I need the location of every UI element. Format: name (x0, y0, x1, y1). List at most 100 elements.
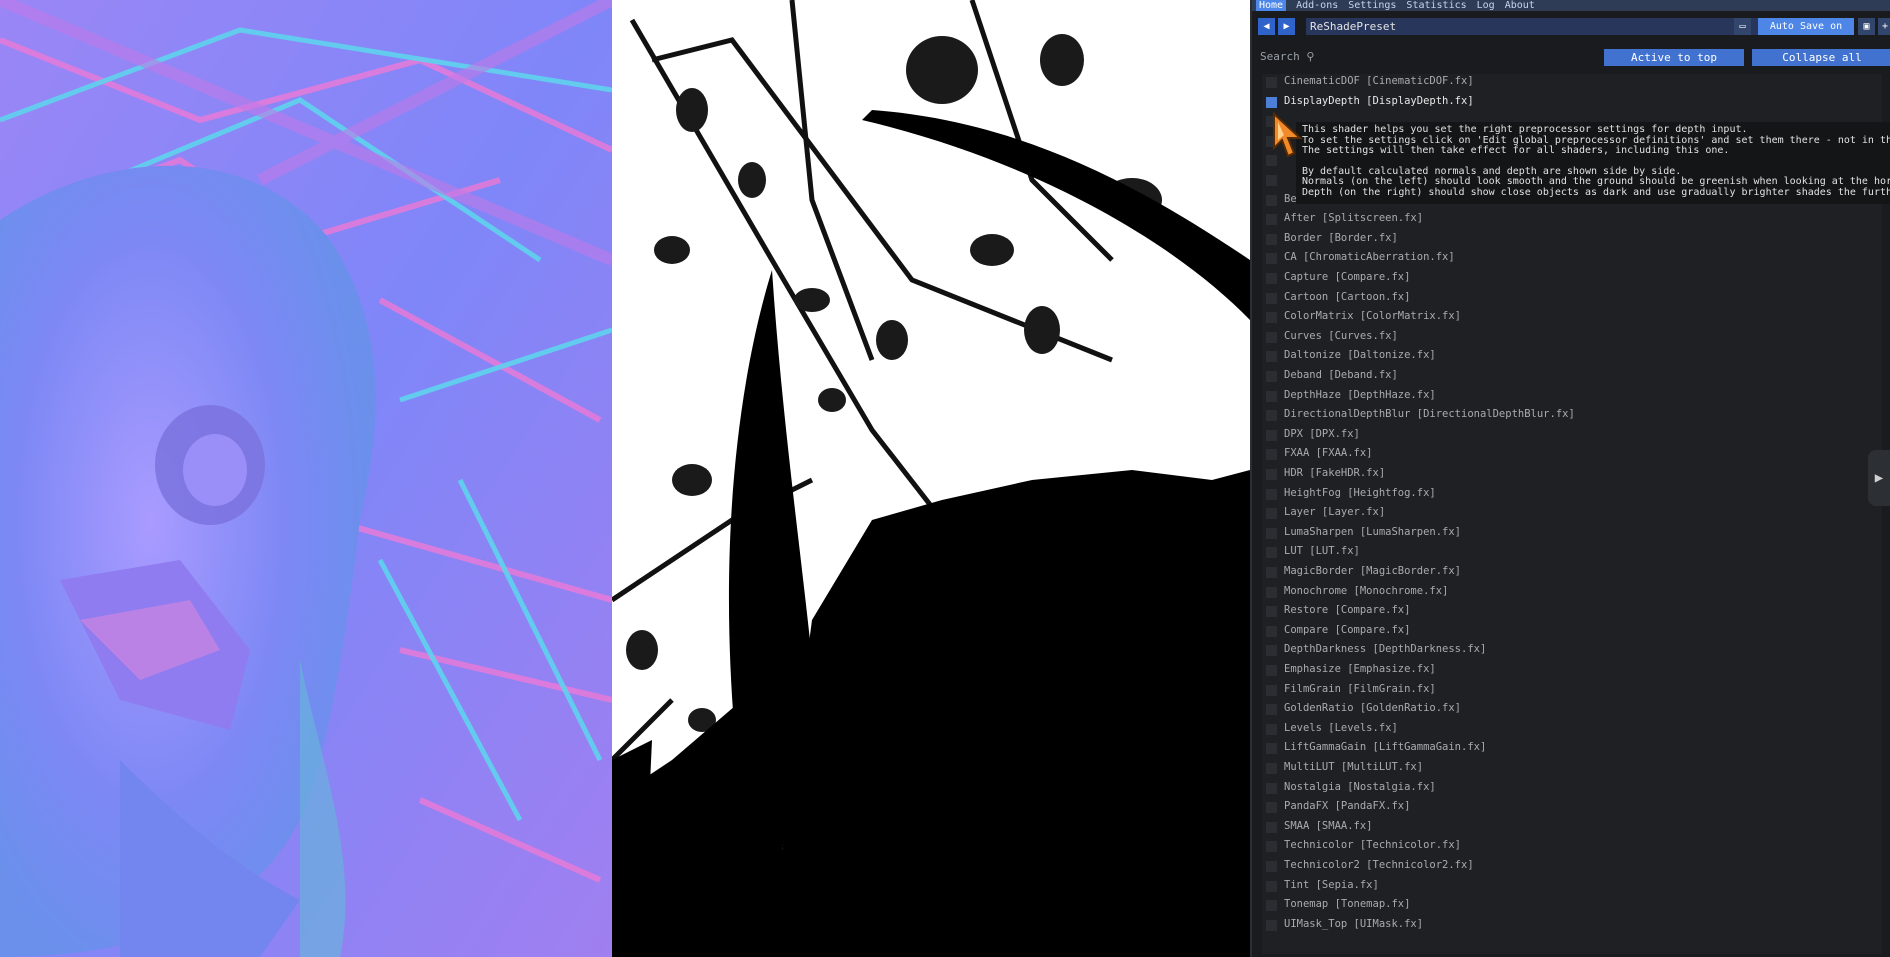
effect-checkbox[interactable] (1266, 586, 1277, 598)
effect-checkbox[interactable] (1266, 665, 1277, 676)
effect-checkbox[interactable] (1266, 782, 1277, 794)
effect-row[interactable]: SMAA [SMAA.fx] (1262, 819, 1882, 836)
effect-row[interactable]: After [Splitscreen.fx] (1262, 211, 1882, 228)
effect-row[interactable]: Technicolor [Technicolor.fx] (1262, 838, 1882, 855)
preset-name-field[interactable]: ReShadePreset (1306, 18, 1778, 35)
effect-row[interactable]: Technicolor2 [Technicolor2.fx] (1262, 858, 1882, 875)
effect-row[interactable]: DPX [DPX.fx] (1262, 427, 1882, 444)
effect-row[interactable]: Deband [Deband.fx] (1262, 368, 1882, 385)
effect-label: Curves [Curves.fx] (1284, 329, 1398, 342)
effect-checkbox[interactable] (1266, 527, 1277, 539)
menu-addons[interactable]: Add-ons (1296, 0, 1338, 11)
effect-checkbox[interactable] (1266, 253, 1277, 265)
effect-row[interactable]: HDR [FakeHDR.fx] (1262, 466, 1882, 483)
effect-row[interactable]: LUT [LUT.fx] (1262, 544, 1882, 561)
effect-row[interactable]: CA [ChromaticAberration.fx] (1262, 250, 1882, 267)
effect-checkbox[interactable] (1266, 312, 1277, 324)
effect-row[interactable]: Capture [Compare.fx] (1262, 270, 1882, 287)
effect-row[interactable]: DisplayDepth [DisplayDepth.fx] (1262, 94, 1882, 111)
effect-checkbox[interactable] (1266, 410, 1277, 422)
effect-row[interactable]: FilmGrain [FilmGrain.fx] (1262, 682, 1882, 699)
effect-checkbox[interactable] (1266, 77, 1277, 88)
effect-row[interactable]: Curves [Curves.fx] (1262, 329, 1882, 346)
effect-checkbox[interactable] (1266, 292, 1277, 304)
effect-row[interactable]: MultiLUT [MultiLUT.fx] (1262, 760, 1882, 777)
effect-checkbox[interactable] (1266, 841, 1277, 853)
effect-checkbox[interactable] (1266, 704, 1277, 716)
effect-checkbox[interactable] (1266, 390, 1277, 402)
effect-checkbox[interactable] (1266, 821, 1277, 833)
menu-statistics[interactable]: Statistics (1406, 0, 1466, 11)
effect-row[interactable]: DepthDarkness [DepthDarkness.fx] (1262, 642, 1882, 659)
effect-row[interactable]: CinematicDOF [CinematicDOF.fx] (1262, 74, 1882, 91)
effect-checkbox[interactable] (1266, 567, 1277, 578)
effect-checkbox[interactable] (1266, 273, 1277, 284)
effect-checkbox[interactable] (1266, 743, 1277, 755)
add-preset-button[interactable]: + (1878, 18, 1890, 35)
effect-row[interactable]: Monochrome [Monochrome.fx] (1262, 584, 1882, 601)
search-label[interactable]: Search ⚲ (1260, 50, 1314, 63)
effect-checkbox[interactable] (1266, 508, 1277, 520)
effect-checkbox[interactable] (1266, 547, 1277, 559)
effect-checkbox[interactable] (1266, 919, 1277, 931)
effect-row[interactable]: DirectionalDepthBlur [DirectionalDepthBl… (1262, 407, 1882, 424)
effect-row[interactable]: Emphasize [Emphasize.fx] (1262, 662, 1882, 679)
effect-row[interactable]: HeightFog [Heightfog.fx] (1262, 486, 1882, 503)
effect-row[interactable]: Cartoon [Cartoon.fx] (1262, 290, 1882, 307)
effect-row[interactable]: UIMask_Top [UIMask.fx] (1262, 917, 1882, 934)
save-button[interactable]: ▣ (1858, 18, 1875, 35)
menu-log[interactable]: Log (1477, 0, 1495, 11)
active-to-top-button[interactable]: Active to top (1604, 49, 1744, 66)
effect-checkbox[interactable] (1266, 214, 1277, 226)
effect-row[interactable]: MagicBorder [MagicBorder.fx] (1262, 564, 1882, 581)
menu-about[interactable]: About (1505, 0, 1535, 11)
effect-checkbox[interactable] (1266, 861, 1277, 872)
effect-checkbox[interactable] (1266, 429, 1277, 441)
normal-map-render (0, 0, 612, 957)
effect-checkbox[interactable] (1266, 96, 1277, 108)
previous-preset-button[interactable]: ◀ (1258, 18, 1275, 35)
effect-row[interactable]: Restore [Compare.fx] (1262, 603, 1882, 620)
effect-row[interactable]: Compare [Compare.fx] (1262, 623, 1882, 640)
effect-checkbox[interactable] (1266, 606, 1277, 618)
effect-row[interactable]: Daltonize [Daltonize.fx] (1262, 348, 1882, 365)
effect-checkbox[interactable] (1266, 331, 1277, 343)
effect-checkbox[interactable] (1266, 802, 1277, 814)
effect-checkbox[interactable] (1266, 900, 1277, 912)
effect-row[interactable]: ColorMatrix [ColorMatrix.fx] (1262, 309, 1882, 326)
side-toggle-button[interactable]: ▶ (1868, 450, 1890, 506)
effect-checkbox[interactable] (1266, 488, 1277, 500)
effect-checkbox[interactable] (1266, 449, 1277, 461)
effect-checkbox[interactable] (1266, 763, 1277, 774)
normals-view (0, 0, 612, 957)
effect-checkbox[interactable] (1266, 723, 1277, 735)
effect-row[interactable]: Border [Border.fx] (1262, 231, 1882, 248)
folder-button[interactable]: ▭ (1734, 18, 1751, 35)
effect-row[interactable]: Levels [Levels.fx] (1262, 721, 1882, 738)
effect-checkbox[interactable] (1266, 684, 1277, 696)
effect-checkbox[interactable] (1266, 469, 1277, 480)
effect-checkbox[interactable] (1266, 625, 1277, 637)
effect-row[interactable]: GoldenRatio [GoldenRatio.fx] (1262, 701, 1882, 718)
collapse-all-button[interactable]: Collapse all (1752, 49, 1890, 66)
effect-row[interactable]: Tonemap [Tonemap.fx] (1262, 897, 1882, 914)
effect-checkbox[interactable] (1266, 233, 1277, 245)
effect-row[interactable]: Tint [Sepia.fx] (1262, 878, 1882, 895)
effect-row[interactable]: Layer [Layer.fx] (1262, 505, 1882, 522)
effect-row[interactable]: LumaSharpen [LumaSharpen.fx] (1262, 525, 1882, 542)
menu-home[interactable]: Home (1256, 0, 1287, 11)
effect-checkbox[interactable] (1266, 645, 1277, 657)
next-preset-button[interactable]: ▶ (1278, 18, 1295, 35)
effect-checkbox[interactable] (1266, 175, 1277, 186)
effect-row[interactable]: LiftGammaGain [LiftGammaGain.fx] (1262, 740, 1882, 757)
effect-row[interactable]: FXAA [FXAA.fx] (1262, 446, 1882, 463)
effect-checkbox[interactable] (1266, 194, 1277, 206)
effect-checkbox[interactable] (1266, 880, 1277, 892)
effect-checkbox[interactable] (1266, 371, 1277, 382)
effect-checkbox[interactable] (1266, 351, 1277, 363)
effect-row[interactable]: DepthHaze [DepthHaze.fx] (1262, 388, 1882, 405)
menu-settings[interactable]: Settings (1348, 0, 1396, 11)
auto-save-button[interactable]: Auto Save on (1758, 18, 1854, 35)
effect-row[interactable]: Nostalgia [Nostalgia.fx] (1262, 780, 1882, 797)
effect-row[interactable]: PandaFX [PandaFX.fx] (1262, 799, 1882, 816)
